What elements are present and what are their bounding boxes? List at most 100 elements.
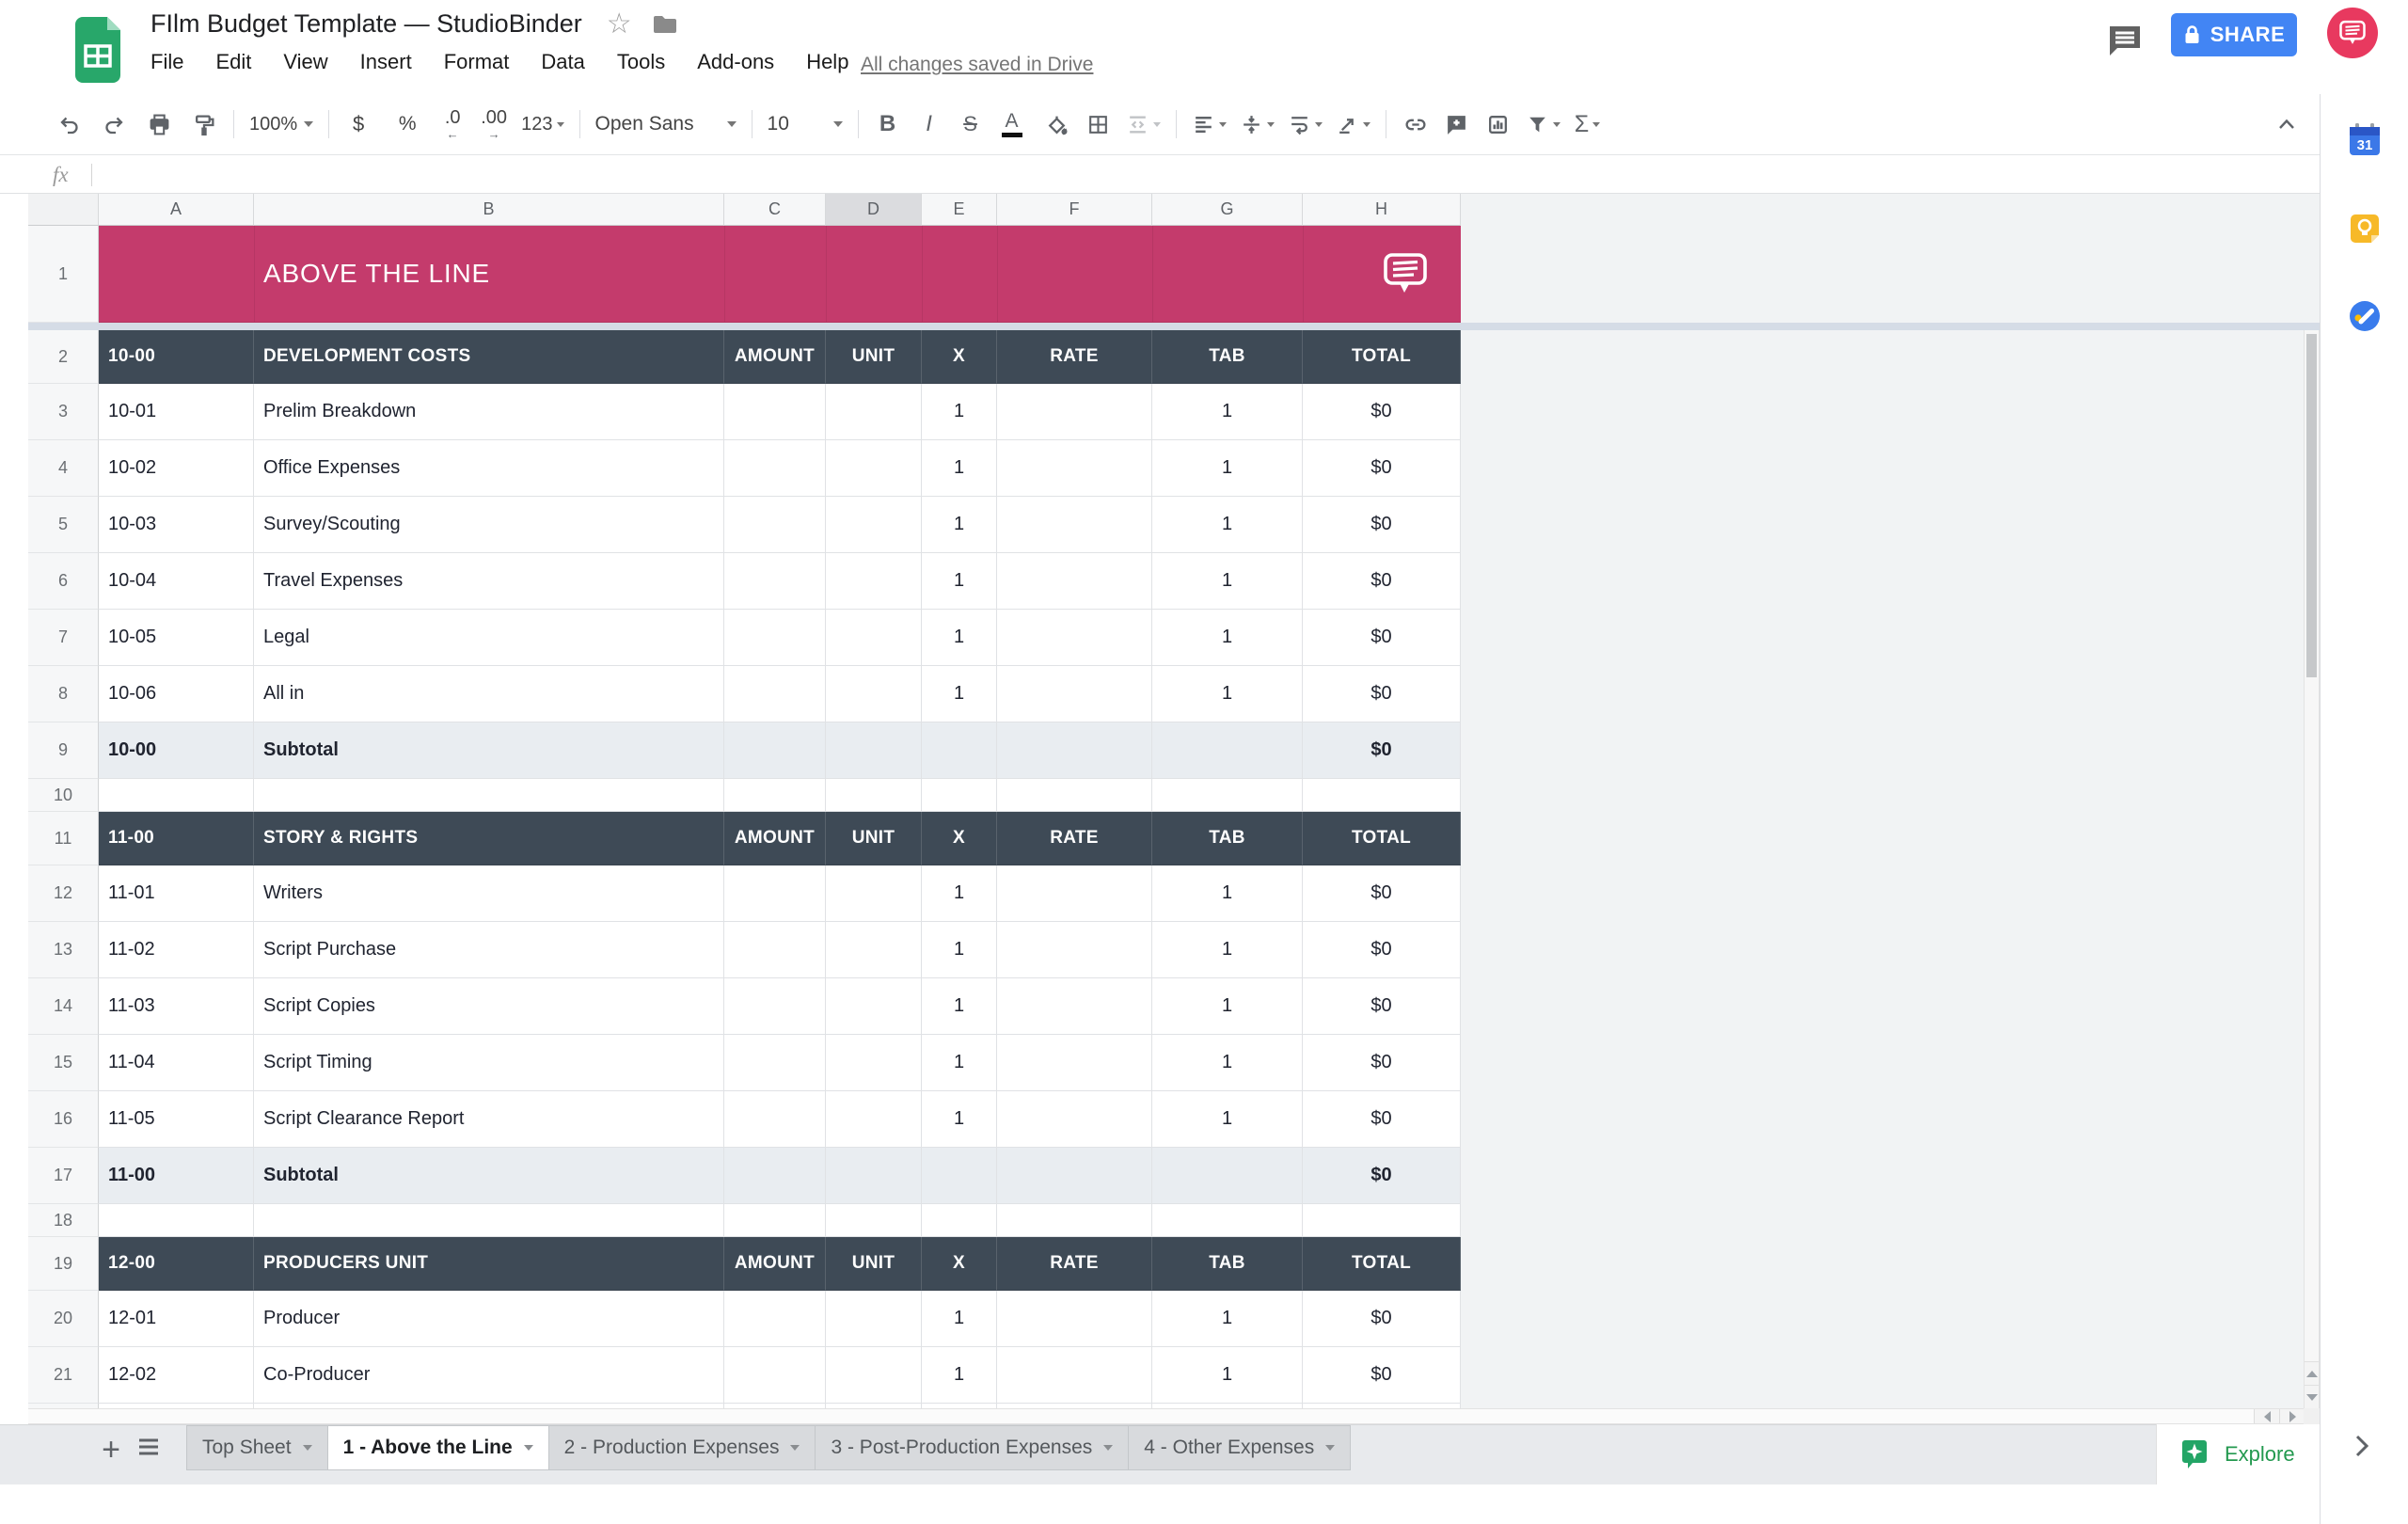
comments-icon[interactable] [2107, 24, 2143, 58]
cell-C4[interactable] [724, 440, 826, 497]
fill-color-icon[interactable] [1043, 106, 1071, 142]
cell-B14[interactable]: Script Copies [254, 978, 724, 1035]
menu-edit[interactable]: Edit [215, 50, 251, 74]
cell-C20[interactable] [724, 1291, 826, 1347]
row-number[interactable]: 11 [28, 812, 99, 865]
cell-F7[interactable] [997, 610, 1152, 666]
cell-H10[interactable] [1303, 779, 1461, 812]
cell-C12[interactable] [724, 865, 826, 922]
cell-A7[interactable]: 10-05 [99, 610, 254, 666]
cell-D21[interactable] [826, 1347, 922, 1404]
cell-D4[interactable] [826, 440, 922, 497]
cell-H8[interactable]: $0 [1303, 666, 1461, 722]
column-header-e[interactable]: E [922, 194, 997, 226]
decrease-decimal-button[interactable]: .0← [438, 106, 467, 142]
cell-H2[interactable]: TOTAL [1303, 330, 1461, 384]
cell-A4[interactable]: 10-02 [99, 440, 254, 497]
zoom-select[interactable]: 100% [249, 106, 313, 142]
row-number[interactable]: 17 [28, 1148, 99, 1204]
cell-C9[interactable] [724, 722, 826, 779]
cell-F9[interactable] [997, 722, 1152, 779]
cell-E13[interactable]: 1 [922, 922, 997, 978]
menu-help[interactable]: Help [806, 50, 848, 74]
sheet-tab-top-sheet[interactable]: Top Sheet [186, 1425, 328, 1470]
paint-format-icon[interactable] [190, 106, 218, 142]
tab-dropdown-icon[interactable] [524, 1445, 533, 1451]
cell-G17[interactable] [1152, 1148, 1303, 1204]
menu-format[interactable]: Format [444, 50, 510, 74]
google-tasks-icon[interactable] [2348, 299, 2382, 333]
text-wrap-icon[interactable] [1288, 106, 1323, 142]
cell-F6[interactable] [997, 553, 1152, 610]
cell-F13[interactable] [997, 922, 1152, 978]
cell-E11[interactable]: X [922, 812, 997, 865]
cell-C16[interactable] [724, 1091, 826, 1148]
cell-E6[interactable]: 1 [922, 553, 997, 610]
frozen-row-divider[interactable] [28, 323, 2320, 330]
cell-A19[interactable]: 12-00 [99, 1237, 254, 1291]
sheet-tab-2-production-expenses[interactable]: 2 - Production Expenses [548, 1425, 816, 1470]
cell-A13[interactable]: 11-02 [99, 922, 254, 978]
cell-F4[interactable] [997, 440, 1152, 497]
row-number[interactable]: 8 [28, 666, 99, 722]
tab-dropdown-icon[interactable] [1325, 1445, 1335, 1451]
cell-G4[interactable]: 1 [1152, 440, 1303, 497]
borders-icon[interactable] [1085, 106, 1113, 142]
vertical-scrollbar-thumb[interactable] [2306, 334, 2317, 677]
cell-A14[interactable]: 11-03 [99, 978, 254, 1035]
cell-G18[interactable] [1152, 1204, 1303, 1237]
scroll-left-icon[interactable] [2254, 1409, 2279, 1423]
vertical-align-icon[interactable] [1240, 106, 1275, 142]
cell-F8[interactable] [997, 666, 1152, 722]
cell-F16[interactable] [997, 1091, 1152, 1148]
cell-G20[interactable]: 1 [1152, 1291, 1303, 1347]
cell-F2[interactable]: RATE [997, 330, 1152, 384]
cell-H14[interactable]: $0 [1303, 978, 1461, 1035]
cell-H16[interactable]: $0 [1303, 1091, 1461, 1148]
format-currency-button[interactable]: $ [344, 106, 372, 142]
cell-H3[interactable]: $0 [1303, 384, 1461, 440]
cell-F18[interactable] [997, 1204, 1152, 1237]
cell-A21[interactable]: 12-02 [99, 1347, 254, 1404]
row-number[interactable]: 19 [28, 1237, 99, 1291]
menu-data[interactable]: Data [541, 50, 584, 74]
cell-F5[interactable] [997, 497, 1152, 553]
cell-A6[interactable]: 10-04 [99, 553, 254, 610]
cell-C2[interactable]: AMOUNT [724, 330, 826, 384]
cell-H7[interactable]: $0 [1303, 610, 1461, 666]
cell-D10[interactable] [826, 779, 922, 812]
cell-G12[interactable]: 1 [1152, 865, 1303, 922]
cell-A12[interactable]: 11-01 [99, 865, 254, 922]
cell-B18[interactable] [254, 1204, 724, 1237]
tab-dropdown-icon[interactable] [790, 1445, 800, 1451]
cell-C18[interactable] [724, 1204, 826, 1237]
cell-C6[interactable] [724, 553, 826, 610]
row-number[interactable]: 13 [28, 922, 99, 978]
bold-button[interactable]: B [874, 106, 902, 142]
cell-G16[interactable]: 1 [1152, 1091, 1303, 1148]
tab-dropdown-icon[interactable] [1103, 1445, 1113, 1451]
cell-B13[interactable]: Script Purchase [254, 922, 724, 978]
explore-button[interactable]: Explore [2156, 1424, 2320, 1484]
cell-G14[interactable]: 1 [1152, 978, 1303, 1035]
hide-toolbar-icon[interactable] [2273, 106, 2301, 142]
cell-A8[interactable]: 10-06 [99, 666, 254, 722]
google-calendar-icon[interactable]: 31 [2348, 123, 2382, 157]
save-status-link[interactable]: All changes saved in Drive [861, 54, 1093, 76]
cell-D12[interactable] [826, 865, 922, 922]
cell-E8[interactable]: 1 [922, 666, 997, 722]
cell-F21[interactable] [997, 1347, 1152, 1404]
cell-E15[interactable]: 1 [922, 1035, 997, 1091]
cell-E19[interactable]: X [922, 1237, 997, 1291]
cell-B19[interactable]: PRODUCERS UNIT [254, 1237, 724, 1291]
cell-D7[interactable] [826, 610, 922, 666]
cell-G21[interactable]: 1 [1152, 1347, 1303, 1404]
column-header-h[interactable]: H [1303, 194, 1461, 226]
menu-add-ons[interactable]: Add-ons [697, 50, 774, 74]
cell-G10[interactable] [1152, 779, 1303, 812]
move-to-folder-icon[interactable] [653, 14, 677, 35]
cell-D11[interactable]: UNIT [826, 812, 922, 865]
sheet-tab-4-other-expenses[interactable]: 4 - Other Expenses [1128, 1425, 1351, 1470]
row-number[interactable]: 6 [28, 553, 99, 610]
cell-C14[interactable] [724, 978, 826, 1035]
